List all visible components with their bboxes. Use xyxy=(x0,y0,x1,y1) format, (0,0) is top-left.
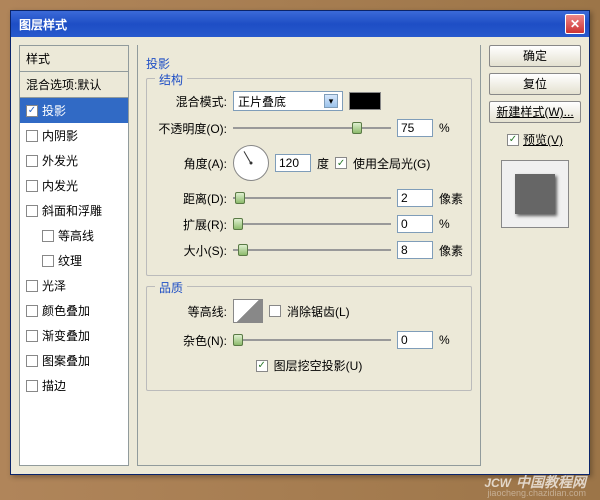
spread-unit: % xyxy=(439,217,463,231)
style-item-label: 图案叠加 xyxy=(42,352,90,369)
knockout-checkbox[interactable]: ✓ xyxy=(256,360,268,372)
angle-unit: 度 xyxy=(317,155,329,172)
settings-title: 投影 xyxy=(146,53,472,78)
distance-input[interactable] xyxy=(397,189,433,207)
global-light-label[interactable]: 使用全局光(G) xyxy=(353,155,430,172)
spread-input[interactable] xyxy=(397,215,433,233)
contour-swatch[interactable] xyxy=(233,299,263,323)
settings-panel: 投影 结构 混合模式: 正片叠底 ▾ 不透明度(O): % xyxy=(137,45,481,466)
distance-slider[interactable] xyxy=(233,190,391,206)
style-item[interactable]: 描边 xyxy=(20,373,128,398)
style-checkbox[interactable] xyxy=(26,180,38,192)
size-unit: 像素 xyxy=(439,242,463,259)
blend-mode-value: 正片叠底 xyxy=(238,93,286,110)
noise-slider[interactable] xyxy=(233,332,391,348)
opacity-label: 不透明度(O): xyxy=(155,120,227,137)
structure-fieldset: 结构 混合模式: 正片叠底 ▾ 不透明度(O): % 角度(A): xyxy=(146,78,472,276)
style-checkbox[interactable] xyxy=(26,280,38,292)
opacity-unit: % xyxy=(439,121,463,135)
blend-defaults[interactable]: 混合选项:默认 xyxy=(20,72,128,98)
angle-label: 角度(A): xyxy=(155,155,227,172)
style-checkbox[interactable]: ✓ xyxy=(26,105,38,117)
style-item[interactable]: 纹理 xyxy=(20,248,128,273)
structure-legend: 结构 xyxy=(155,71,187,88)
style-item-label: 渐变叠加 xyxy=(42,327,90,344)
noise-label: 杂色(N): xyxy=(155,332,227,349)
chevron-down-icon: ▾ xyxy=(324,94,338,108)
antialias-checkbox[interactable] xyxy=(269,305,281,317)
style-checkbox[interactable] xyxy=(26,205,38,217)
blend-mode-select[interactable]: 正片叠底 ▾ xyxy=(233,91,343,111)
quality-fieldset: 品质 等高线: 消除锯齿(L) 杂色(N): % ✓ 图层挖空投影(U) xyxy=(146,286,472,391)
distance-unit: 像素 xyxy=(439,190,463,207)
style-checkbox[interactable] xyxy=(42,230,54,242)
style-item-label: 等高线 xyxy=(58,227,94,244)
contour-label: 等高线: xyxy=(155,303,227,320)
dialog-body: 样式 混合选项:默认 ✓ 投影内阴影外发光内发光斜面和浮雕等高线纹理光泽颜色叠加渐… xyxy=(11,37,589,474)
angle-dial[interactable] xyxy=(233,145,269,181)
style-item[interactable]: 等高线 xyxy=(20,223,128,248)
styles-list: 样式 混合选项:默认 ✓ 投影内阴影外发光内发光斜面和浮雕等高线纹理光泽颜色叠加渐… xyxy=(19,45,129,466)
size-slider[interactable] xyxy=(233,242,391,258)
style-item[interactable]: 外发光 xyxy=(20,148,128,173)
noise-unit: % xyxy=(439,333,463,347)
angle-input[interactable] xyxy=(275,154,311,172)
shadow-color-swatch[interactable] xyxy=(349,92,381,110)
opacity-slider[interactable] xyxy=(233,120,391,136)
antialias-label[interactable]: 消除锯齿(L) xyxy=(287,303,350,320)
size-input[interactable] xyxy=(397,241,433,259)
style-item-label: 斜面和浮雕 xyxy=(42,202,102,219)
global-light-checkbox[interactable]: ✓ xyxy=(335,157,347,169)
distance-label: 距离(D): xyxy=(155,190,227,207)
spread-label: 扩展(R): xyxy=(155,216,227,233)
styles-header: 样式 xyxy=(20,46,128,72)
knockout-label[interactable]: 图层挖空投影(U) xyxy=(274,357,363,374)
blend-mode-label: 混合模式: xyxy=(155,93,227,110)
preview-box xyxy=(501,160,569,228)
opacity-input[interactable] xyxy=(397,119,433,137)
style-item-label: 光泽 xyxy=(42,277,66,294)
right-panel: 确定 复位 新建样式(W)... ✓ 预览(V) xyxy=(489,45,581,466)
style-item[interactable]: 渐变叠加 xyxy=(20,323,128,348)
style-item-label: 描边 xyxy=(42,377,66,394)
preview-swatch xyxy=(515,174,555,214)
style-item[interactable]: 内阴影 xyxy=(20,123,128,148)
style-item-label: 外发光 xyxy=(42,152,78,169)
style-item-label: 内发光 xyxy=(42,177,78,194)
new-style-button[interactable]: 新建样式(W)... xyxy=(489,101,581,123)
style-checkbox[interactable] xyxy=(26,380,38,392)
style-checkbox[interactable] xyxy=(42,255,54,267)
style-item-label: 投影 xyxy=(42,102,66,119)
style-checkbox[interactable] xyxy=(26,305,38,317)
style-item[interactable]: 斜面和浮雕 xyxy=(20,198,128,223)
cancel-button[interactable]: 复位 xyxy=(489,73,581,95)
noise-input[interactable] xyxy=(397,331,433,349)
style-item[interactable]: 内发光 xyxy=(20,173,128,198)
style-checkbox[interactable] xyxy=(26,155,38,167)
style-item[interactable]: 颜色叠加 xyxy=(20,298,128,323)
preview-label[interactable]: 预览(V) xyxy=(523,131,563,148)
style-item[interactable]: ✓ 投影 xyxy=(20,98,128,123)
window-title: 图层样式 xyxy=(15,16,565,33)
preview-checkbox[interactable]: ✓ xyxy=(507,134,519,146)
style-item-label: 内阴影 xyxy=(42,127,78,144)
layer-style-dialog: 图层样式 ✕ 样式 混合选项:默认 ✓ 投影内阴影外发光内发光斜面和浮雕等高线纹理… xyxy=(10,10,590,475)
style-item-label: 颜色叠加 xyxy=(42,302,90,319)
style-checkbox[interactable] xyxy=(26,330,38,342)
quality-legend: 品质 xyxy=(155,279,187,296)
spread-slider[interactable] xyxy=(233,216,391,232)
watermark-url: jiaocheng.chazidian.com xyxy=(487,488,586,498)
size-label: 大小(S): xyxy=(155,242,227,259)
close-button[interactable]: ✕ xyxy=(565,14,585,34)
style-item[interactable]: 图案叠加 xyxy=(20,348,128,373)
ok-button[interactable]: 确定 xyxy=(489,45,581,67)
style-item[interactable]: 光泽 xyxy=(20,273,128,298)
style-item-label: 纹理 xyxy=(58,252,82,269)
style-checkbox[interactable] xyxy=(26,130,38,142)
style-checkbox[interactable] xyxy=(26,355,38,367)
titlebar[interactable]: 图层样式 ✕ xyxy=(11,11,589,37)
